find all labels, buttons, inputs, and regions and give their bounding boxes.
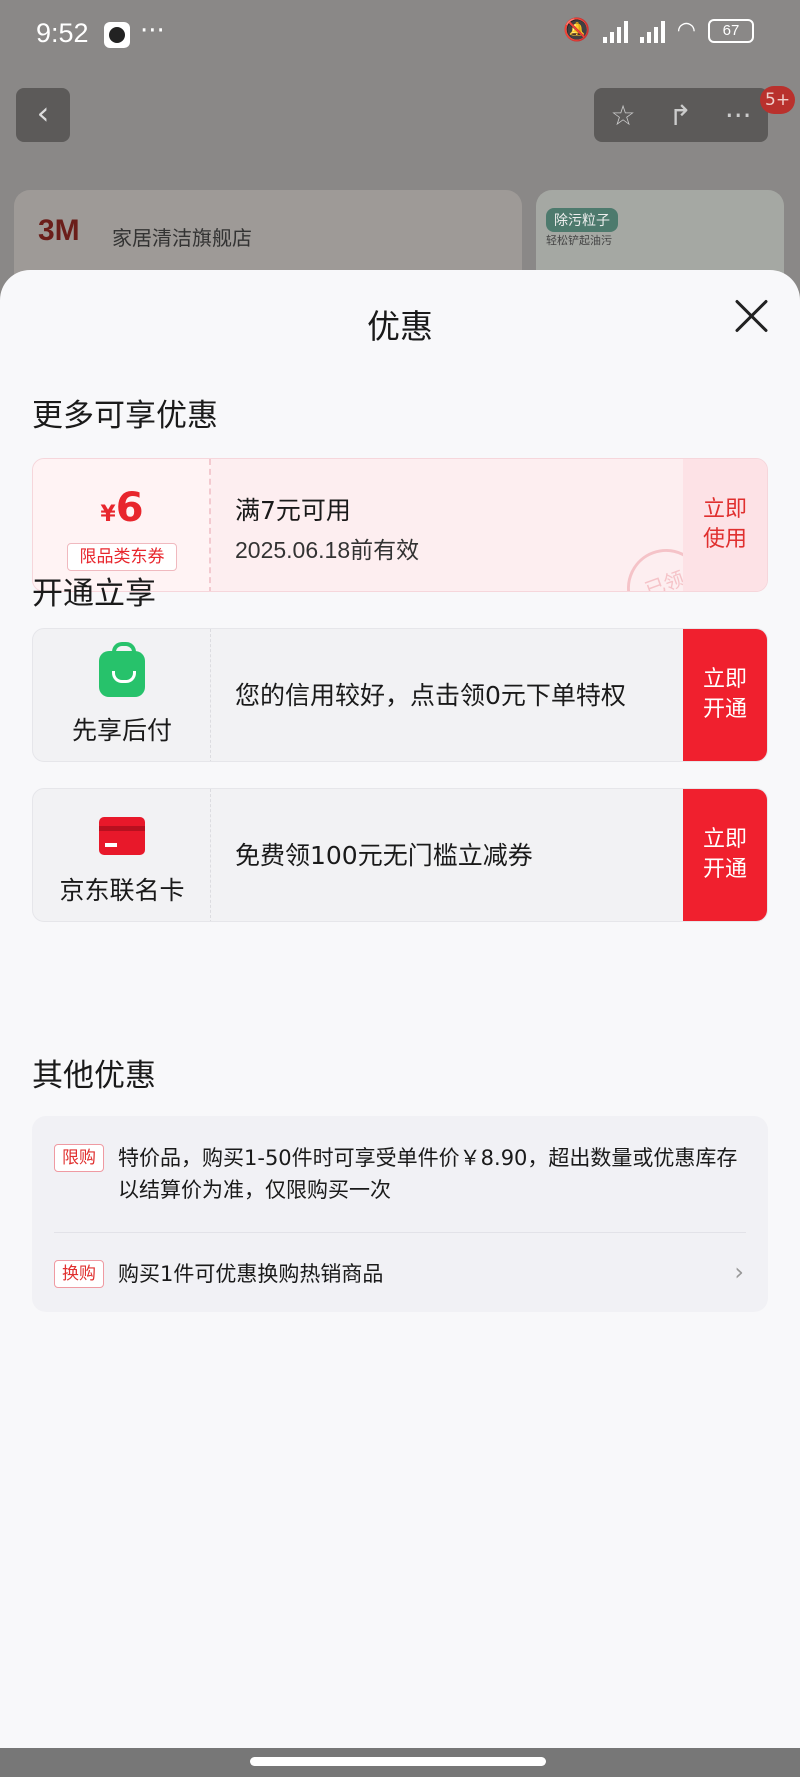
service-card-pay-later[interactable]: 先享后付 您的信用较好，点击领0元下单特权 立即 开通 (32, 628, 768, 762)
other-offers-panel: 限购 特价品，购买1-50件时可享受单件价￥8.90，超出数量或优惠库存以结算价… (32, 1116, 768, 1312)
status-bar: 9:52 ··· 🔕 ◠ 67 (0, 0, 800, 72)
more-notifications-icon: ··· (140, 16, 165, 46)
service-name: 先享后付 (71, 716, 172, 745)
shopping-bag-icon (99, 642, 145, 697)
chevron-left-icon: ‹ (36, 94, 50, 132)
coupon-validity: 2025.06.18前有效 (235, 537, 420, 563)
share-icon[interactable]: ↱ (668, 99, 691, 132)
open-now-button[interactable]: 立即 开通 (683, 629, 767, 761)
coupon-type: 限品类东券 (67, 543, 177, 571)
use-now-button[interactable]: 立即 使用 (683, 459, 767, 591)
store-name: 家居清洁旗舰店 (112, 226, 252, 250)
service-card-cobrand[interactable]: 京东联名卡 免费领100元无门槛立减券 立即 开通 (32, 788, 768, 922)
coupon-condition: 满7元可用 (235, 496, 351, 525)
offer-text: 特价品，购买1-50件时可享受单件价￥8.90，超出数量或优惠库存以结算价为准，… (118, 1146, 738, 1202)
offers-sheet: 优惠 更多可享优惠 ¥6 限品类东券 满7元可用 2025.06.18前有效 已… (0, 270, 800, 1750)
divider (54, 1232, 746, 1233)
back-button[interactable]: ‹ (16, 88, 70, 142)
section-open-to-enjoy: 开通立享 (32, 576, 156, 612)
offer-text: 购买1件可优惠换购热销商品 (118, 1262, 384, 1286)
coupon-amount: ¥6 (100, 485, 144, 531)
section-more-offers: 更多可享优惠 (32, 398, 218, 434)
credit-card-icon (99, 817, 145, 855)
status-icons: 🔕 ◠ 67 (563, 18, 754, 43)
status-time: 9:52 (36, 18, 89, 48)
service-name: 京东联名卡 (59, 876, 185, 905)
clock-app-icon (104, 22, 130, 48)
open-now-button[interactable]: 立即 开通 (683, 789, 767, 921)
promo-tag: 除污粒子 (546, 208, 618, 232)
signal-icon-2 (639, 19, 665, 43)
sheet-title: 优惠 (367, 307, 433, 346)
section-other-offers: 其他优惠 (32, 1058, 156, 1094)
offer-tag: 限购 (54, 1144, 104, 1172)
more-icon[interactable]: ··· (725, 99, 752, 132)
message-badge: 5+ (760, 86, 796, 114)
top-actions: ☆ ↱ ··· (594, 88, 768, 142)
wifi-icon: ◠ (676, 18, 696, 43)
close-icon[interactable] (732, 296, 772, 336)
brand-logo: 3M (38, 214, 80, 247)
service-desc: 您的信用较好，点击领0元下单特权 (235, 681, 626, 710)
star-icon[interactable]: ☆ (610, 99, 635, 132)
offer-tag: 换购 (54, 1260, 104, 1288)
service-desc: 免费领100元无门槛立减券 (235, 841, 533, 870)
promo-sub: 轻松铲起油污 (546, 234, 612, 247)
mute-icon: 🔕 (563, 18, 591, 43)
offer-exchange[interactable]: 换购 购买1件可优惠换购热销商品 › (54, 1258, 744, 1292)
battery-icon: 67 (708, 18, 754, 43)
chevron-right-icon: › (734, 1258, 744, 1286)
home-indicator[interactable] (250, 1757, 546, 1766)
offer-purchase-limit: 限购 特价品，购买1-50件时可享受单件价￥8.90，超出数量或优惠库存以结算价… (54, 1144, 744, 1202)
signal-icon-1 (602, 19, 628, 43)
